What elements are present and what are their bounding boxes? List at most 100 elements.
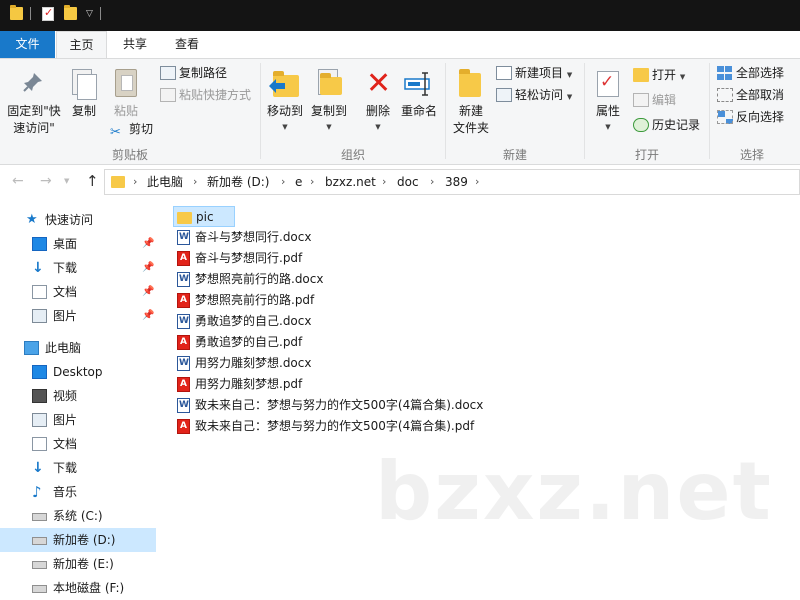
move-to-button[interactable]: 移动到 ▼ bbox=[265, 63, 305, 143]
up-arrow-icon[interactable]: ↑ bbox=[86, 172, 99, 190]
file-name: 勇敢追梦的自己.docx bbox=[195, 314, 312, 328]
paste-button[interactable]: 粘贴 bbox=[106, 63, 146, 118]
scissors-icon: ✂ bbox=[110, 125, 121, 140]
history-clock-icon bbox=[633, 118, 649, 132]
new-item-button[interactable]: 新建项目 ▼ bbox=[496, 63, 572, 83]
sidebar-item-pictures-pinned[interactable]: 图片 📌 bbox=[0, 304, 156, 328]
breadcrumb-this-pc[interactable]: 此电脑 bbox=[147, 174, 183, 190]
file-name: pic bbox=[196, 210, 214, 224]
breadcrumb-doc[interactable]: doc bbox=[397, 174, 419, 190]
history-button[interactable]: 历史记录 bbox=[633, 115, 700, 135]
invert-selection-button[interactable]: 反向选择 bbox=[717, 107, 784, 127]
sidebar-item-pictures[interactable]: 图片 bbox=[0, 408, 156, 432]
properties-quick-icon[interactable] bbox=[42, 6, 54, 21]
edit-label: 编辑 bbox=[652, 93, 677, 107]
toolbar-separator bbox=[100, 7, 101, 20]
sidebar-item-desktop[interactable]: Desktop bbox=[0, 360, 156, 384]
sidebar-item-label: 图片 bbox=[53, 309, 78, 323]
properties-check-icon bbox=[597, 71, 619, 97]
ribbon: 固定到"快 速访问" 复制 粘贴 复制路径 粘贴快捷方式 ✂ 剪切 剪贴板 移动到… bbox=[0, 58, 800, 165]
word-document-icon bbox=[177, 311, 190, 332]
sidebar-item-drive-d[interactable]: 新加卷 (D:) bbox=[0, 528, 156, 552]
forward-arrow-icon[interactable]: → bbox=[40, 173, 52, 189]
copy-button[interactable]: 复制 bbox=[66, 63, 102, 143]
open-button[interactable]: 打开 ▼ bbox=[633, 65, 685, 85]
sidebar-item-drive-f[interactable]: 本地磁盘 (F:) bbox=[0, 576, 156, 600]
tab-home[interactable]: 主页 bbox=[56, 31, 107, 59]
breadcrumb-separator[interactable]: › bbox=[133, 174, 137, 190]
sidebar-item-label: 快速访问 bbox=[45, 213, 94, 227]
pin-to-quick-access-button[interactable]: 固定到"快 速访问" bbox=[4, 63, 62, 143]
download-arrow-icon: ↓ bbox=[32, 460, 44, 476]
tab-file[interactable]: 文件 bbox=[0, 31, 55, 58]
back-arrow-icon[interactable]: ← bbox=[12, 173, 24, 189]
sidebar-item-desktop-pinned[interactable]: 桌面 📌 bbox=[0, 232, 156, 256]
delete-button[interactable]: ✕ 删除 ▼ bbox=[360, 63, 396, 143]
sidebar-item-label: 新加卷 (D:) bbox=[53, 533, 116, 547]
edit-button[interactable]: 编辑 bbox=[633, 90, 676, 110]
address-bar[interactable]: › 此电脑 › 新加卷 (D:) › e › bzxz.net › doc › … bbox=[104, 169, 800, 195]
sidebar-item-documents[interactable]: 文档 bbox=[0, 432, 156, 456]
list-item-folder[interactable]: pic bbox=[173, 206, 235, 227]
paste-shortcut-label: 粘贴快捷方式 bbox=[179, 88, 252, 102]
sidebar-item-downloads[interactable]: ↓ 下载 bbox=[0, 456, 156, 480]
tab-view[interactable]: 查看 bbox=[162, 31, 212, 58]
paste-shortcut-button[interactable]: 粘贴快捷方式 bbox=[160, 85, 251, 105]
rename-button[interactable]: 重命名 bbox=[398, 63, 440, 143]
delete-x-icon: ✕ bbox=[366, 66, 392, 101]
easy-access-button[interactable]: 轻松访问 ▼ bbox=[496, 85, 572, 105]
file-name: 梦想照亮前行的路.docx bbox=[195, 272, 324, 286]
cut-button[interactable]: ✂ 剪切 bbox=[110, 119, 153, 140]
word-document-icon bbox=[177, 395, 190, 416]
sidebar-item-music[interactable]: ♪ 音乐 bbox=[0, 480, 156, 504]
sidebar-item-drive-e[interactable]: 新加卷 (E:) bbox=[0, 552, 156, 576]
sidebar-item-drive-c[interactable]: 系统 (C:) bbox=[0, 504, 156, 528]
clipboard-group-label: 剪贴板 bbox=[111, 148, 148, 162]
copy-icon bbox=[77, 74, 97, 100]
tab-share[interactable]: 共享 bbox=[110, 31, 160, 58]
sidebar-item-label: 此电脑 bbox=[45, 341, 82, 355]
sidebar-item-label: 下载 bbox=[53, 461, 78, 475]
properties-chevron-down-icon: ▼ bbox=[605, 123, 611, 131]
sidebar-item-quick-access[interactable]: ★ 快速访问 bbox=[0, 208, 156, 232]
file-name: 用努力雕刻梦想.docx bbox=[195, 356, 312, 370]
properties-button[interactable]: 属性 ▼ bbox=[590, 63, 626, 143]
properties-label: 属性 bbox=[595, 104, 620, 118]
copy-to-button[interactable]: 复制到 ▼ bbox=[306, 63, 352, 143]
invert-selection-icon bbox=[717, 110, 733, 124]
select-all-button[interactable]: 全部选择 bbox=[717, 63, 784, 83]
delete-chevron-down-icon: ▼ bbox=[375, 123, 381, 131]
copy-path-button[interactable]: 复制路径 bbox=[160, 63, 227, 83]
breadcrumb-separator[interactable]: › bbox=[430, 174, 434, 190]
move-to-chevron-down-icon: ▼ bbox=[282, 123, 288, 131]
select-group-label: 选择 bbox=[739, 148, 764, 162]
new-folder-button[interactable]: 新建 文件夹 bbox=[450, 63, 492, 143]
breadcrumb-e[interactable]: e bbox=[295, 174, 302, 190]
sidebar-item-label: 文档 bbox=[53, 437, 78, 451]
customize-toolbar-chevron-down-icon[interactable]: ▽ bbox=[86, 9, 93, 19]
group-separator bbox=[709, 63, 710, 159]
breadcrumb-separator[interactable]: › bbox=[310, 174, 314, 190]
breadcrumb-separator[interactable]: › bbox=[382, 174, 386, 190]
breadcrumb-bzxz[interactable]: bzxz.net bbox=[325, 174, 376, 190]
sidebar-item-this-pc[interactable]: 此电脑 bbox=[0, 336, 156, 360]
easy-access-icon bbox=[496, 88, 512, 102]
select-none-button[interactable]: 全部取消 bbox=[717, 85, 784, 105]
new-folder-quick-icon[interactable] bbox=[64, 5, 77, 20]
sidebar-item-documents-pinned[interactable]: 文档 📌 bbox=[0, 280, 156, 304]
breadcrumb-drive-d[interactable]: 新加卷 (D:) bbox=[207, 174, 269, 190]
sidebar-item-label: 图片 bbox=[53, 413, 78, 427]
breadcrumb-separator[interactable]: › bbox=[281, 174, 285, 190]
breadcrumb-389[interactable]: 389 bbox=[445, 174, 468, 190]
drive-icon bbox=[32, 561, 47, 569]
recent-locations-chevron-down-icon[interactable]: ▼ bbox=[64, 177, 69, 185]
sidebar-item-videos[interactable]: 视频 bbox=[0, 384, 156, 408]
open-chevron-down-icon: ▼ bbox=[679, 73, 686, 81]
breadcrumb-separator[interactable]: › bbox=[193, 174, 197, 190]
new-folder-icon bbox=[459, 69, 481, 97]
desktop-icon bbox=[32, 365, 47, 379]
breadcrumb-separator[interactable]: › bbox=[475, 174, 479, 190]
folder-icon bbox=[10, 5, 23, 20]
drive-icon bbox=[32, 537, 47, 545]
sidebar-item-downloads-pinned[interactable]: ↓ 下载 📌 bbox=[0, 256, 156, 280]
